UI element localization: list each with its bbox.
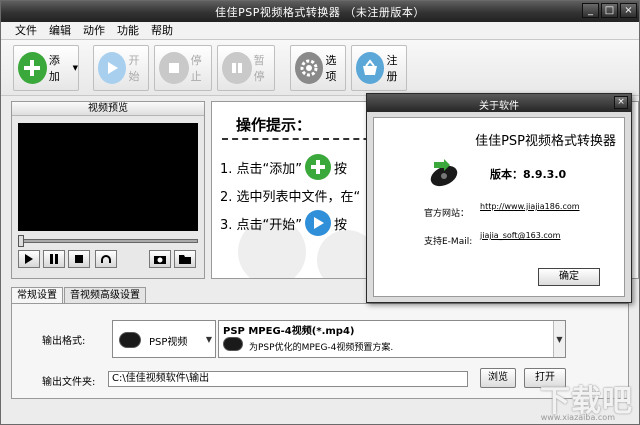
menu-bar: 文件 编辑 动作 功能 帮助: [1, 22, 639, 40]
seek-handle[interactable]: [18, 235, 24, 247]
window-title: 佳佳PSP视频格式转换器 （未注册版本）: [215, 6, 425, 19]
play-icon: [25, 254, 33, 264]
pause-label: 暂停: [253, 54, 265, 83]
settings-tabs: 常规设置 音视频高级设置: [11, 287, 147, 304]
psp-app-icon: [430, 159, 458, 187]
chevron-down-icon[interactable]: ▼: [553, 321, 565, 357]
folder-icon: [179, 255, 191, 264]
device-select-value: PSP视频: [149, 337, 188, 348]
tip-step-3-text: 3. 点击“开始”: [220, 217, 303, 233]
start-button[interactable]: 开始: [93, 45, 149, 91]
about-app-name: 佳佳PSP视频格式转换器: [475, 134, 616, 149]
profile-select-value: PSP MPEG-4视频(*.mp4): [223, 326, 355, 337]
menu-help[interactable]: 帮助: [151, 22, 173, 39]
play-icon: [98, 52, 127, 84]
tip-step-1-tail: 按: [334, 161, 348, 177]
profile-description: 为PSP优化的MPEG-4视频预置方案.: [249, 343, 394, 353]
about-dialog-body: 佳佳PSP视频格式转换器 版本：8.9.3.0 官方网站： http://www…: [373, 117, 625, 297]
about-website-label: 官方网站：: [424, 209, 470, 219]
about-dialog: 关于软件 × 佳佳PSP视频格式转换器 版本：8.9.3.0 官方网站： htt…: [366, 93, 632, 303]
tip-step-3-tail: 按: [334, 217, 348, 233]
register-label: 注册: [386, 54, 398, 83]
chevron-down-icon[interactable]: ▼: [203, 321, 215, 357]
general-settings-panel: 输出格式: PSP视频 ▼ PSP MPEG-4视频(*.mp4) 为PSP优化…: [11, 303, 629, 399]
pause-control-button[interactable]: [43, 250, 65, 268]
camera-icon: [154, 256, 166, 264]
stop-button[interactable]: 停止: [154, 45, 212, 91]
snapshot-button[interactable]: [149, 250, 171, 268]
open-folder-button[interactable]: [174, 250, 196, 268]
about-email-label: 支持E-Mail:: [424, 237, 473, 247]
play-icon: [305, 210, 332, 236]
title-bar[interactable]: 佳佳PSP视频格式转换器 （未注册版本） _ □ ×: [1, 1, 639, 22]
add-button[interactable]: 添加 ▼: [13, 45, 79, 91]
menu-function[interactable]: 功能: [117, 22, 139, 39]
video-screen: [18, 123, 198, 231]
about-dialog-titlebar[interactable]: 关于软件 ×: [367, 94, 631, 112]
video-preview-panel: 视频预览: [11, 101, 205, 279]
menu-file[interactable]: 文件: [15, 22, 37, 39]
pause-icon: [50, 254, 58, 264]
stop-control-button[interactable]: [68, 250, 90, 268]
add-label: 添加: [48, 54, 60, 83]
start-label: 开始: [128, 54, 140, 83]
about-email-link[interactable]: jiajia_soft@163.com: [480, 231, 560, 240]
maximize-button[interactable]: □: [601, 3, 618, 18]
window-controls: _ □ ×: [582, 3, 637, 18]
output-folder-input[interactable]: C:\佳佳视频软件\输出: [108, 371, 468, 387]
stop-label: 停止: [190, 54, 202, 83]
stop-icon: [159, 52, 189, 84]
add-icon: [18, 52, 47, 84]
profile-select[interactable]: PSP MPEG-4视频(*.mp4) 为PSP优化的MPEG-4视频预置方案.…: [218, 320, 566, 358]
about-dialog-title: 关于软件: [479, 101, 519, 112]
tips-title: 操作提示：: [236, 116, 312, 134]
volume-button[interactable]: [95, 250, 117, 268]
tab-general-settings[interactable]: 常规设置: [11, 287, 63, 304]
play-button[interactable]: [18, 250, 40, 268]
options-label: 选项: [325, 54, 337, 83]
tip-step-2: 2. 选中列表中文件，在“: [220, 186, 360, 205]
tip-step-1: 1. 点击“添加” 按: [220, 154, 347, 180]
pause-button[interactable]: 暂停: [217, 45, 275, 91]
close-button[interactable]: ×: [620, 3, 637, 18]
basket-icon: [356, 52, 385, 84]
output-format-label: 输出格式:: [42, 336, 86, 347]
gear-icon: [295, 52, 324, 84]
browse-button[interactable]: 浏览: [480, 368, 516, 388]
watermark-url: www.xiazaiba.com: [540, 413, 615, 422]
tab-advanced-settings[interactable]: 音视频高级设置: [64, 287, 146, 303]
options-button[interactable]: 选项: [290, 45, 346, 91]
about-website-link[interactable]: http://www.jiajia186.com: [480, 202, 580, 211]
device-select[interactable]: PSP视频 ▼: [112, 320, 216, 358]
output-folder-label: 输出文件夹:: [42, 377, 96, 388]
tip-step-2-text: 2. 选中列表中文件，在“: [220, 190, 361, 205]
register-button[interactable]: 注册: [351, 45, 407, 91]
seek-bar[interactable]: [18, 235, 198, 247]
menu-action[interactable]: 动作: [83, 22, 105, 39]
about-ok-button[interactable]: 确定: [538, 268, 600, 286]
headphones-icon: [101, 255, 111, 263]
about-version: 版本：8.9.3.0: [490, 168, 567, 181]
about-close-button[interactable]: ×: [614, 96, 628, 109]
tip-step-1-text: 1. 点击“添加”: [220, 161, 303, 177]
video-preview-header: 视频预览: [12, 102, 204, 116]
stop-icon: [75, 255, 83, 263]
psp-device-icon: [119, 332, 141, 348]
toolbar: 添加 ▼ 开始 停止 暂停 选项 注册: [1, 40, 639, 96]
pause-icon: [222, 52, 252, 84]
add-icon: [305, 154, 332, 180]
tip-step-3: 3. 点击“开始” 按: [220, 210, 347, 236]
psp-device-icon: [223, 337, 243, 351]
menu-edit[interactable]: 编辑: [49, 22, 71, 39]
chevron-down-icon[interactable]: ▼: [73, 64, 78, 72]
minimize-button[interactable]: _: [582, 3, 599, 18]
